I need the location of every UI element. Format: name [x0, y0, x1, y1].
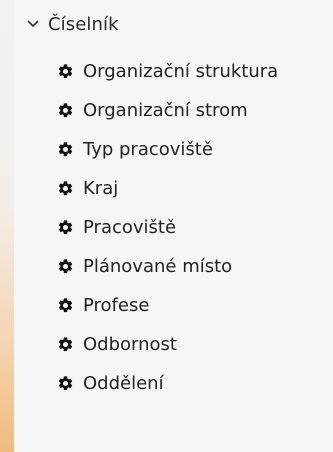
tree-node-ciselnik[interactable]: Číselník: [26, 9, 119, 39]
tree-item-label: Organizační struktura: [83, 61, 279, 82]
tree-item-label: Pracoviště: [83, 217, 177, 238]
gear-icon: [56, 141, 74, 159]
tree-node-label: Číselník: [48, 13, 119, 35]
tree-item-label: Odbornost: [83, 334, 177, 355]
tree-item-organizacni-strom[interactable]: Organizační strom: [14, 91, 333, 130]
gear-icon: [56, 336, 74, 354]
tree-item-label: Typ pracoviště: [83, 139, 213, 160]
tree-item-oddeleni[interactable]: Oddělení: [14, 364, 333, 403]
gear-icon: [56, 375, 74, 393]
tree-item-label: Organizační strom: [83, 100, 248, 121]
tree-item-typ-pracoviste[interactable]: Typ pracoviště: [14, 130, 333, 169]
tree-item-label: Plánované místo: [83, 256, 233, 277]
tree-item-odbornost[interactable]: Odbornost: [14, 325, 333, 364]
tree-item-planovane-misto[interactable]: Plánované místo: [14, 247, 333, 286]
tree-item-kraj[interactable]: Kraj: [14, 169, 333, 208]
gear-icon: [56, 297, 74, 315]
gear-icon: [56, 219, 74, 237]
gear-icon: [56, 180, 74, 198]
gear-icon: [56, 258, 74, 276]
chevron-down-icon[interactable]: [26, 17, 40, 31]
gear-icon: [56, 63, 74, 81]
tree-item-profese[interactable]: Profese: [14, 286, 333, 325]
tree-panel: Číselník Organizační struktura Organizač…: [14, 0, 333, 452]
tree-children: Organizační struktura Organizační strom …: [14, 52, 333, 403]
page-background-strip: [0, 0, 14, 452]
tree-item-pracoviste[interactable]: Pracoviště: [14, 208, 333, 247]
tree-item-label: Profese: [83, 295, 150, 316]
tree-item-label: Kraj: [83, 178, 119, 199]
gear-icon: [56, 102, 74, 120]
tree-item-organizacni-struktura[interactable]: Organizační struktura: [14, 52, 333, 91]
tree-item-label: Oddělení: [83, 373, 164, 394]
